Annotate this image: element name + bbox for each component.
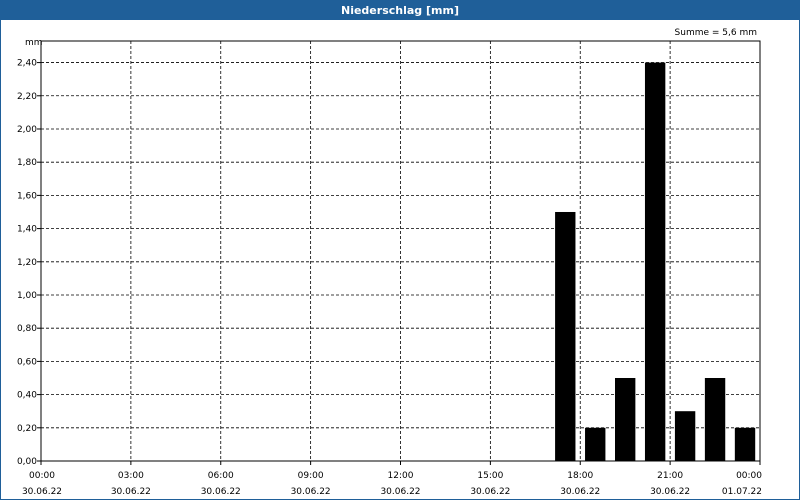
y-tick-label: 0,00 <box>17 457 37 467</box>
y-tick-label: 1,20 <box>17 258 37 268</box>
y-tick-label: 2,00 <box>17 125 37 135</box>
x-tick-date-label: 30.06.22 <box>470 487 510 497</box>
precipitation-bar <box>615 377 636 461</box>
precipitation-bar <box>674 411 696 461</box>
x-tick-date-label: 30.06.22 <box>650 487 690 497</box>
x-tick-date-label: 30.06.22 <box>22 487 62 497</box>
y-tick-label: 2,40 <box>17 59 37 69</box>
y-tick-label: 1,80 <box>17 158 37 168</box>
sum-annotation: Summe = 5,6 mm <box>675 28 757 38</box>
x-tick-time-label: 12:00 <box>388 471 414 481</box>
precipitation-bar <box>734 427 756 461</box>
y-axis-unit-label: mm <box>25 38 43 48</box>
x-tick-date-label: 01.07.22 <box>722 487 762 497</box>
x-tick-time-label: 21:00 <box>657 471 683 481</box>
x-tick-date-label: 30.06.22 <box>111 487 151 497</box>
precipitation-bar <box>644 62 666 462</box>
y-tick-label: 0,40 <box>17 391 37 401</box>
precipitation-bar <box>585 427 606 461</box>
x-tick-date-label: 30.06.22 <box>380 487 420 497</box>
x-tick-time-label: 03:00 <box>118 471 144 481</box>
x-tick-time-label: 06:00 <box>208 471 234 481</box>
y-axis-ticks: 0,00 0,20 0,40 0,60 0,80 1,00 1,20 1,40 1,60 1,80… <box>17 59 41 467</box>
y-tick-label: 0,60 <box>17 357 37 367</box>
y-tick-label: 2,20 <box>17 92 37 102</box>
chart-title: Niederschlag [mm] <box>1 1 799 20</box>
precipitation-chart: mm Summe = 5,6 mm 0,00 0,20 0,40 0,60 0,80 1,… <box>17 28 762 497</box>
x-axis-ticks: 00:00 30.06.22 03:00 30.06.22 06:00 30.06.22 0… <box>22 461 762 497</box>
x-tick-time-label: 15:00 <box>477 471 503 481</box>
x-tick-date-label: 30.06.22 <box>291 487 331 497</box>
precipitation-bar <box>555 211 576 461</box>
bar-series <box>555 62 756 462</box>
y-tick-label: 1,60 <box>17 191 37 201</box>
chart-window: Niederschlag [mm] mm Summe = 5,6 mm 0,00… <box>0 0 800 500</box>
y-tick-label: 0,80 <box>17 324 37 334</box>
y-tick-label: 1,40 <box>17 225 37 235</box>
y-tick-label: 0,20 <box>17 424 37 434</box>
x-tick-time-label: 09:00 <box>298 471 324 481</box>
x-tick-date-label: 30.06.22 <box>560 487 600 497</box>
x-tick-time-label: 18:00 <box>567 471 593 481</box>
x-tick-time-label: 00:00 <box>29 471 55 481</box>
precipitation-bar <box>704 377 726 461</box>
x-tick-date-label: 30.06.22 <box>201 487 241 497</box>
y-tick-label: 1,00 <box>17 291 37 301</box>
x-tick-time-label: 00:00 <box>736 471 762 481</box>
